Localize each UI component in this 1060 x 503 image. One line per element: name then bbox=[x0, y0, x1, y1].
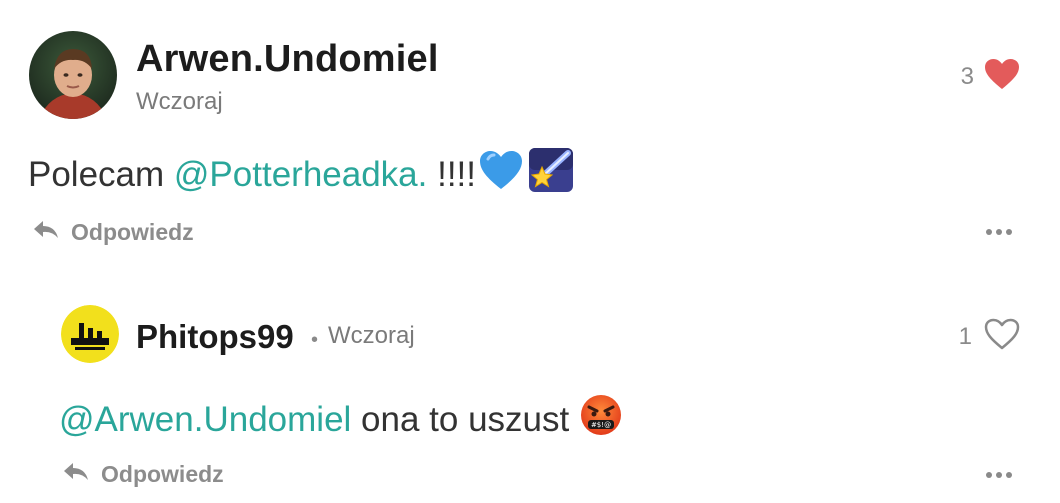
timestamp: Wczoraj bbox=[328, 322, 415, 349]
comment-text: @Arwen.Undomiel ona to uszust #$!@ bbox=[59, 393, 623, 446]
avatar[interactable] bbox=[29, 31, 117, 119]
comment-text-suffix: ona to uszust bbox=[351, 399, 579, 439]
user-mention[interactable]: @Potterheadka. bbox=[174, 155, 427, 195]
timestamp: Wczoraj bbox=[136, 88, 223, 115]
more-options-icon[interactable] bbox=[986, 472, 1012, 478]
reply-arrow-icon bbox=[33, 219, 59, 246]
like-count: 1 bbox=[958, 322, 972, 350]
like-control[interactable]: 3 bbox=[961, 58, 1020, 95]
like-count: 3 bbox=[960, 62, 974, 90]
reply-button[interactable]: Odpowiedz bbox=[63, 461, 224, 488]
blue-heart-icon bbox=[478, 149, 524, 200]
cursing-face-icon: #$!@ bbox=[579, 393, 623, 446]
separator-dot: • bbox=[311, 329, 319, 351]
reply-button[interactable]: Odpowiedz bbox=[33, 219, 194, 246]
reply-label: Odpowiedz bbox=[71, 219, 194, 245]
comment-text-suffix: !!!! bbox=[427, 154, 476, 194]
reply-arrow-icon bbox=[63, 461, 89, 488]
more-options-icon[interactable] bbox=[986, 229, 1012, 235]
reply-label: Odpowiedz bbox=[101, 461, 224, 487]
shooting-star-icon bbox=[528, 147, 574, 202]
heart-filled-icon[interactable] bbox=[984, 58, 1020, 95]
user-mention[interactable]: @Arwen.Undomiel bbox=[59, 400, 351, 440]
avatar[interactable] bbox=[61, 305, 119, 363]
heart-outline-icon[interactable] bbox=[984, 318, 1020, 355]
like-control[interactable]: 1 bbox=[959, 318, 1020, 355]
username[interactable]: Phitops99 bbox=[136, 318, 294, 356]
comment-text-prefix: Polecam bbox=[28, 154, 174, 194]
comment-text: Polecam @Potterheadka. !!!! bbox=[28, 147, 574, 202]
svg-text:#$!@: #$!@ bbox=[591, 421, 611, 429]
username[interactable]: Arwen.Undomiel bbox=[136, 38, 439, 81]
comments-thread: Arwen.Undomiel Wczoraj 3 Polecam @Potter… bbox=[0, 0, 1060, 503]
